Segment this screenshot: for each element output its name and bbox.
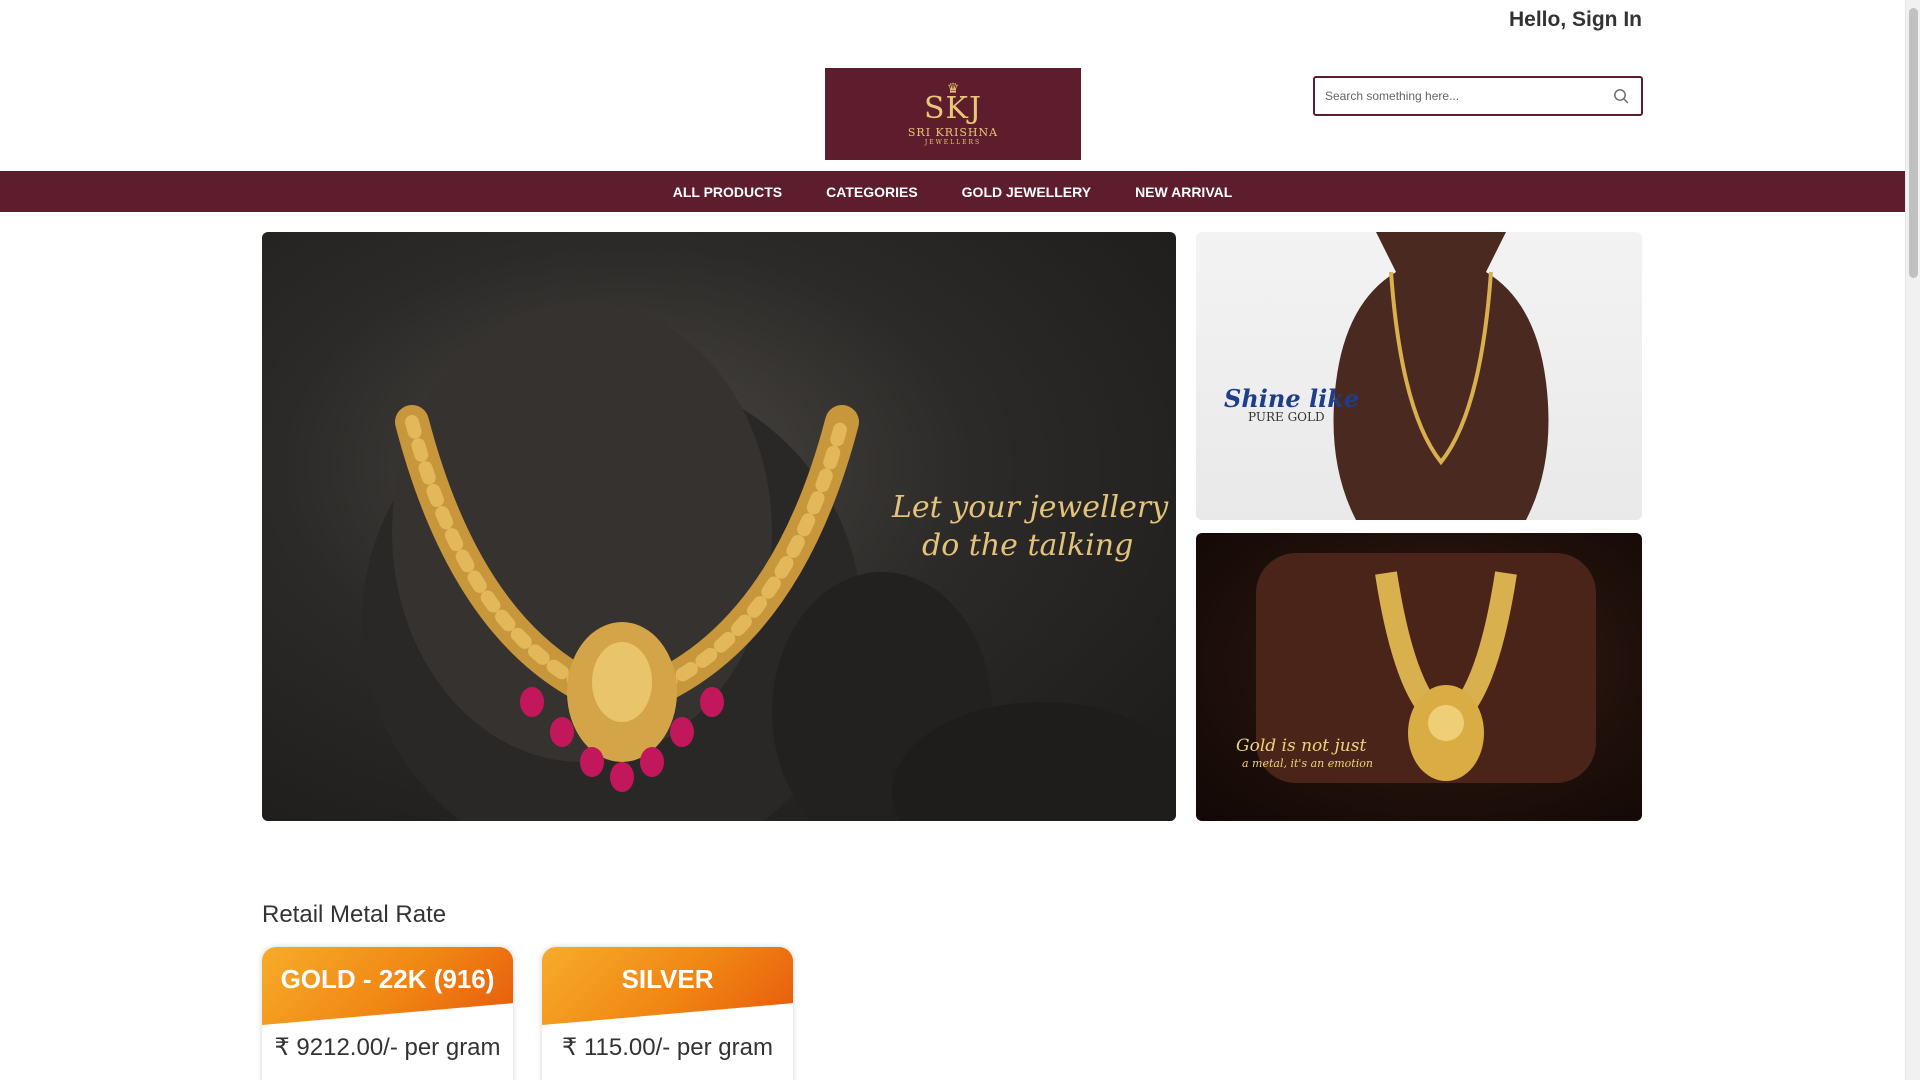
nav-new-arrival[interactable]: NEW ARRIVAL xyxy=(1113,184,1254,200)
scrollbar-thumb[interactable] xyxy=(1909,8,1918,278)
rate-card-silver: SILVER ₹ 115.00/- per gram xyxy=(542,947,793,1080)
nav-categories[interactable]: CATEGORIES xyxy=(804,184,940,200)
necklace-illustration xyxy=(362,302,1176,821)
rate-metal-name: GOLD - 22K (916) xyxy=(280,964,495,994)
banner-main[interactable]: Let your jewellery do the talking xyxy=(262,232,1176,821)
rate-card-gold: GOLD - 22K (916) ₹ 9212.00/- per gram xyxy=(262,947,513,1080)
banner-main-line1: Let your jewellery xyxy=(892,490,1169,525)
banner-emotion-line1: Gold is not just xyxy=(1236,736,1367,756)
chain-bust-illustration xyxy=(1333,232,1549,520)
rate-price: ₹ 115.00/- per gram xyxy=(562,1034,773,1061)
search-icon[interactable] xyxy=(1601,78,1641,114)
banner-chain[interactable]: Shine like PURE GOLD xyxy=(1196,232,1642,520)
nav-all-products[interactable]: ALL PRODUCTS xyxy=(651,184,804,200)
banner-chain-line1: Shine like xyxy=(1224,384,1360,413)
banner-main-line2: do the talking xyxy=(922,528,1134,563)
banner-emotion-line2: a metal, it's an emotion xyxy=(1242,757,1373,770)
search-box xyxy=(1313,76,1643,116)
sign-in-link[interactable]: Hello, Sign In xyxy=(1509,8,1642,32)
page-scrollbar[interactable] xyxy=(1905,0,1920,1080)
logo-mark: SKJ xyxy=(924,91,982,126)
nav-gold-jewellery[interactable]: GOLD JEWELLERY xyxy=(940,184,1113,200)
rate-price: ₹ 9212.00/- per gram xyxy=(274,1034,501,1061)
rate-card-header: SILVER xyxy=(542,947,793,1025)
banner-chain-line2: PURE GOLD xyxy=(1248,410,1325,424)
page: Hello, Sign In ♛ SKJ SRI KRISHNA JEWELLE… xyxy=(0,0,1920,1080)
rate-card-header: GOLD - 22K (916) xyxy=(262,947,513,1025)
main-nav: ALL PRODUCTS CATEGORIES GOLD JEWELLERY N… xyxy=(0,171,1905,212)
rate-metal-name: SILVER xyxy=(621,964,714,994)
search-input[interactable] xyxy=(1315,78,1601,114)
retail-metal-rate-title: Retail Metal Rate xyxy=(262,901,447,928)
brand-logo[interactable]: ♛ SKJ SRI KRISHNA JEWELLERS xyxy=(825,68,1081,160)
treasure-necklace-illustration xyxy=(1256,553,1596,783)
banner-gold-emotion[interactable]: Gold is not just a metal, it's an emotio… xyxy=(1196,533,1642,821)
logo-name: SRI KRISHNA xyxy=(907,126,999,139)
logo-sub: JEWELLERS xyxy=(924,139,982,146)
